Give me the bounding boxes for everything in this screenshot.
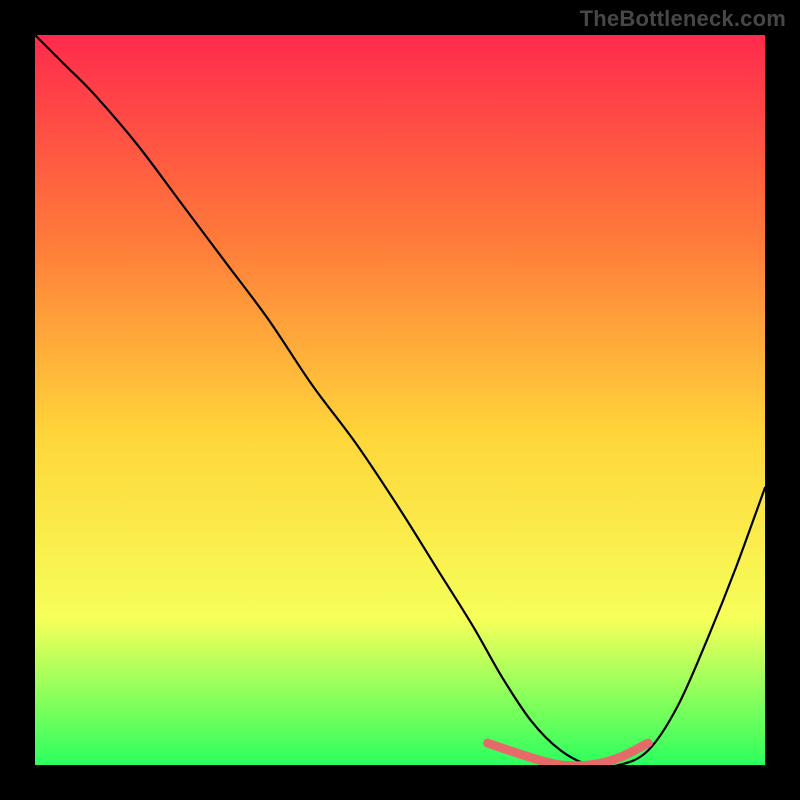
plot-area — [35, 35, 765, 765]
chart-frame: TheBottleneck.com — [0, 0, 800, 800]
gradient-background — [35, 35, 765, 765]
chart-svg — [35, 35, 765, 765]
watermark-text: TheBottleneck.com — [580, 6, 786, 32]
